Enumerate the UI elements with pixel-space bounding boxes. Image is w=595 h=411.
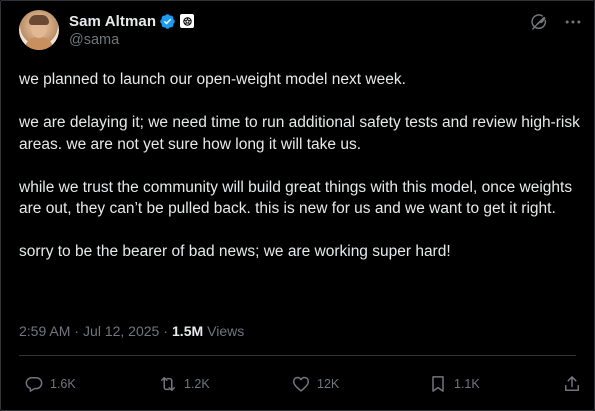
bookmark-button[interactable]: 1.1K [428, 374, 480, 394]
post-paragraph: we are delaying it; we need time to run … [19, 114, 580, 153]
post-text: we planned to launch our open-weight mod… [19, 69, 585, 284]
avatar[interactable] [19, 10, 59, 50]
reply-button[interactable]: 1.6K [24, 374, 76, 394]
post-date[interactable]: Jul 12, 2025 [83, 323, 159, 339]
views-count[interactable]: 1.5M [172, 323, 203, 339]
author-name-row: Sam Altman [69, 11, 195, 31]
post-paragraph: while we trust the community will build … [19, 178, 573, 218]
author-display-name[interactable]: Sam Altman [69, 13, 156, 30]
heart-icon [292, 376, 310, 392]
bookmark-count: 1.1K [454, 377, 480, 391]
like-button[interactable]: 12K [291, 374, 339, 394]
reply-icon [25, 377, 43, 392]
divider [19, 355, 576, 356]
author-handle[interactable]: @sama [69, 32, 119, 48]
post-time[interactable]: 2:59 AM [19, 323, 70, 339]
post-header: Sam Altman @sama [19, 10, 583, 54]
post-paragraph: we planned to launch our open-weight mod… [19, 71, 406, 88]
header-actions [529, 12, 583, 32]
like-count: 12K [317, 377, 340, 391]
reply-count: 1.6K [50, 377, 76, 391]
grok-icon[interactable] [529, 12, 549, 32]
repost-count: 1.2K [184, 377, 210, 391]
post-paragraph: sorry to be the bearer of bad news; we a… [19, 243, 451, 260]
views-label: Views [207, 323, 245, 339]
post-meta: 2:59 AM · Jul 12, 2025 · 1.5M Views [19, 323, 244, 339]
repost-icon [161, 377, 175, 391]
meta-separator: · [163, 323, 169, 339]
openai-logo-icon[interactable] [180, 14, 195, 28]
meta-separator: · [74, 323, 80, 339]
verified-badge-icon [160, 13, 175, 29]
repost-button[interactable]: 1.2K [158, 374, 210, 394]
more-icon[interactable] [563, 12, 583, 32]
share-button[interactable] [562, 374, 588, 394]
share-icon [565, 376, 579, 391]
bookmark-icon [432, 376, 444, 392]
action-bar: 1.6K 1.2K 12K 1.1K [24, 374, 579, 396]
